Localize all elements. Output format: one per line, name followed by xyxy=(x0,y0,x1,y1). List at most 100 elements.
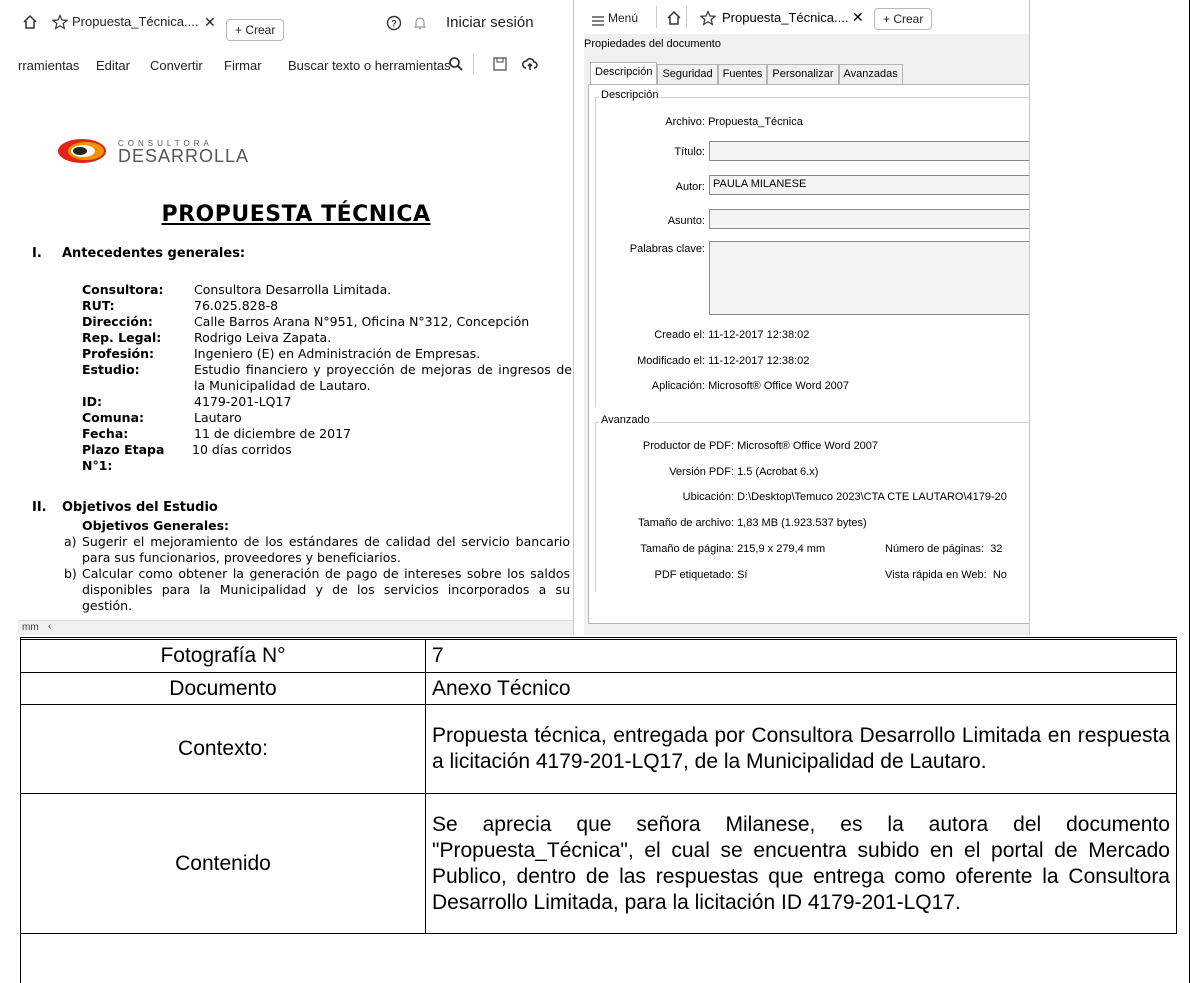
tabbar-divider xyxy=(656,6,657,28)
field-row: Estudio: Estudio financiero y proyección … xyxy=(82,362,572,394)
hamburger-icon[interactable] xyxy=(592,13,604,31)
page-count-row: Número de páginas: 32 xyxy=(885,543,1002,555)
menu-tools[interactable]: rramientas xyxy=(18,58,79,73)
field-label: Profesión: xyxy=(82,346,155,361)
menu-edit[interactable]: Editar xyxy=(96,58,130,73)
file-label: Archivo: xyxy=(665,116,705,128)
created-row: Creado el: 11-12-2017 12:38:02 xyxy=(589,329,809,341)
page-size-value: 215,9 x 279,4 mm xyxy=(737,543,826,555)
browser-tabbar-right: Menú Propuesta_Técnica.... ✕ + Crear xyxy=(584,0,1029,34)
tab-security[interactable]: Seguridad xyxy=(657,64,718,84)
cloud-upload-icon[interactable] xyxy=(522,56,538,75)
zoom-unit-label: mm xyxy=(22,622,39,633)
bell-icon[interactable] xyxy=(412,15,428,31)
star-icon[interactable] xyxy=(52,14,68,30)
list-item-letter: b) xyxy=(64,566,77,581)
signin-button[interactable]: Iniciar sesión xyxy=(446,14,534,31)
field-value: Rodrigo Leiva Zapata. xyxy=(194,330,332,345)
field-row: RUT: 76.025.828-8 xyxy=(82,298,572,314)
context-value: Propuesta técnica, entregada por Consult… xyxy=(425,704,1177,794)
keywords-row: Palabras clave: xyxy=(589,243,705,255)
tab-fonts[interactable]: Fuentes xyxy=(717,64,768,84)
section-2-heading: II. Objetivos del Estudio xyxy=(32,500,218,515)
field-value: 4179-201-LQ17 xyxy=(194,394,292,409)
field-label: Comuna: xyxy=(82,410,145,425)
table-row: Documento Anexo Técnico xyxy=(20,672,1177,705)
search-icon[interactable] xyxy=(448,56,464,75)
file-value: Propuesta_Técnica xyxy=(708,116,803,128)
tagged-pdf-label: PDF etiquetado: xyxy=(654,569,735,581)
new-tab-button[interactable]: + Crear xyxy=(874,8,933,30)
field-value: 76.025.828-8 xyxy=(194,298,279,313)
created-label: Creado el: xyxy=(654,329,705,341)
photo-number-value: 7 xyxy=(425,639,1177,673)
dialog-title: Propiedades del documento xyxy=(584,38,721,50)
help-icon[interactable]: ? xyxy=(386,15,402,31)
field-value: 10 días corridos xyxy=(192,442,292,457)
field-row: Consultora: Consultora Desarrolla Limitad… xyxy=(82,282,572,298)
field-value: Consultora Desarrolla Limitada. xyxy=(194,282,392,297)
home-icon[interactable] xyxy=(22,14,38,30)
field-row: ID: 4179-201-LQ17 xyxy=(82,394,572,410)
subject-field[interactable] xyxy=(709,209,1029,229)
keywords-field[interactable] xyxy=(709,241,1029,315)
save-icon[interactable] xyxy=(492,56,508,75)
field-label: Dirección: xyxy=(82,314,153,329)
toolbar-divider xyxy=(473,54,474,74)
horizontal-scrollbar[interactable]: mm ‹ xyxy=(18,620,573,635)
field-row: Plazo Etapa N°1: 10 días corridos xyxy=(82,442,572,474)
tab-custom[interactable]: Personalizar xyxy=(767,64,839,84)
tab-description[interactable]: Descripción xyxy=(590,62,658,84)
application-row: Aplicación: Microsoft® Office Word 2007 xyxy=(589,380,849,392)
menu-sign[interactable]: Firmar xyxy=(224,58,262,73)
new-tab-button[interactable]: + Crear xyxy=(226,19,285,41)
tab-title[interactable]: Propuesta_Técnica.... xyxy=(722,10,848,25)
menu-convert[interactable]: Convertir xyxy=(150,58,203,73)
table-top-rule xyxy=(20,637,1177,638)
close-tab-icon[interactable]: ✕ xyxy=(204,14,216,31)
file-row: Archivo: Propuesta_Técnica xyxy=(589,116,803,128)
field-label: ID: xyxy=(82,394,103,409)
list-item: a) Sugerir el mejoramiento de los estánda… xyxy=(64,534,570,566)
home-icon[interactable] xyxy=(666,10,682,31)
modified-row: Modificado el: 11-12-2017 12:38:02 xyxy=(589,355,809,367)
section-2-number: II. xyxy=(32,500,47,515)
tabbar-divider xyxy=(686,6,687,28)
browser-tabbar: Propuesta_Técnica.... ✕ + Crear ? Inicia… xyxy=(18,0,573,48)
section-1-number: I. xyxy=(32,246,42,261)
created-value: 11-12-2017 12:38:02 xyxy=(708,329,810,341)
author-field[interactable]: PAULA MILANESE xyxy=(709,175,1029,195)
keywords-label: Palabras clave: xyxy=(629,243,705,255)
file-size-row: Tamaño de archivo: 1,83 MB (1.923.537 by… xyxy=(589,517,867,529)
search-tools-label[interactable]: Buscar texto o herramientas xyxy=(288,58,451,73)
location-row: Ubicación: D:\Desktop\Temuco 2023\CTA CT… xyxy=(589,491,1007,503)
context-label: Contexto: xyxy=(20,704,426,794)
tab-advanced[interactable]: Avanzadas xyxy=(838,64,903,84)
document-properties-window: Menú Propuesta_Técnica.... ✕ + Crear Pro… xyxy=(584,0,1030,635)
field-label: Consultora: xyxy=(82,282,164,297)
close-tab-icon[interactable]: ✕ xyxy=(852,9,864,26)
field-row: Rep. Legal: Rodrigo Leiva Zapata. xyxy=(82,330,572,346)
menu-button[interactable]: Menú xyxy=(608,11,638,25)
location-label: Ubicación: xyxy=(682,491,734,503)
page-count-value: 32 xyxy=(990,543,1003,555)
fast-web-view-row: Vista rápida en Web: No xyxy=(885,569,1007,581)
section-1-heading: I. Antecedentes generales: xyxy=(32,246,245,261)
pdf-version-label: Versión PDF: xyxy=(669,466,734,478)
title-field[interactable] xyxy=(709,141,1029,161)
tab-title[interactable]: Propuesta_Técnica.... xyxy=(72,14,198,29)
star-icon[interactable] xyxy=(700,10,716,31)
page-count-label: Número de páginas: xyxy=(885,543,985,555)
company-logo: CONSULTORA DESARROLLA xyxy=(56,136,249,166)
page-size-label: Tamaño de página: xyxy=(640,543,734,555)
scroll-left-icon[interactable]: ‹ xyxy=(48,621,51,632)
title-label: Título: xyxy=(674,146,705,158)
pdf-version-row: Versión PDF: 1.5 (Acrobat 6.x) xyxy=(589,466,818,478)
field-value: Lautaro xyxy=(194,410,242,425)
field-value: 11 de diciembre de 2017 xyxy=(194,426,351,441)
svg-text:?: ? xyxy=(391,19,397,29)
section-1-title: Antecedentes generales: xyxy=(62,246,246,261)
properties-tabs: Descripción Seguridad Fuentes Personaliz… xyxy=(590,62,903,84)
pdf-producer-label: Productor de PDF: xyxy=(642,440,734,452)
field-label: Plazo Etapa N°1: xyxy=(82,442,165,473)
